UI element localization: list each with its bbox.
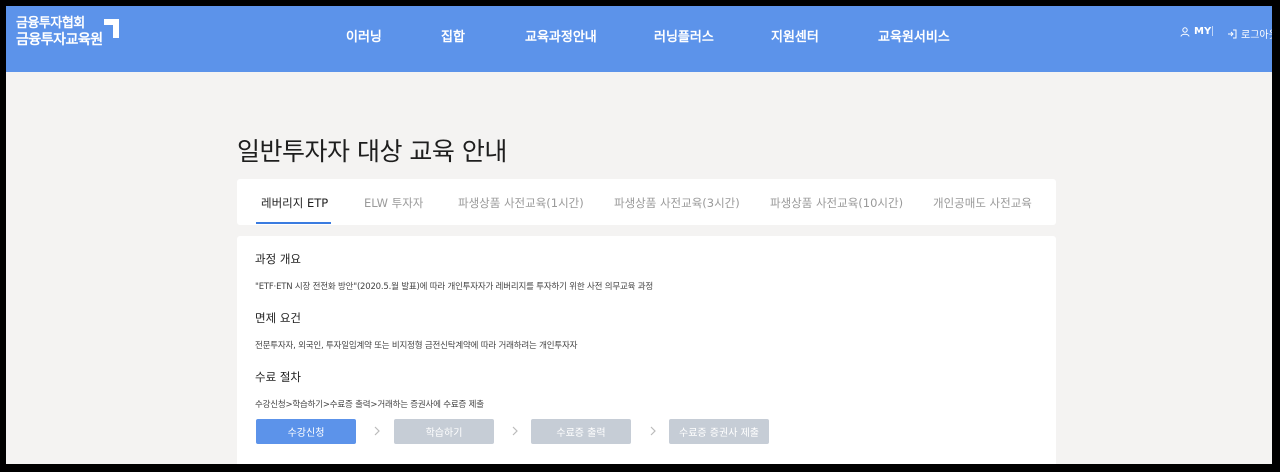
chevron-right-icon — [650, 426, 656, 436]
step-submit-certificate-button[interactable]: 수료증 증권사 제출 — [669, 419, 769, 444]
nav-item-services[interactable]: 교육원서비스 — [878, 26, 950, 45]
nav-item-learning-plus[interactable]: 러닝플러스 — [654, 26, 714, 45]
my-label: MY — [1194, 26, 1212, 37]
tab-leverage-etp[interactable]: 레버리지 ETP — [261, 195, 328, 211]
logout-label: 로그아웃 — [1241, 30, 1272, 41]
chevron-right-icon — [374, 426, 380, 436]
process-title: 수료 절차 — [255, 370, 301, 384]
exempt-title: 면제 요건 — [255, 311, 301, 325]
overview-text: "ETF·ETN 시장 전전화 방안"(2020.5.월 발표)에 따라 개인투… — [255, 282, 653, 292]
active-tab-indicator — [256, 222, 331, 224]
logout-icon — [1228, 29, 1237, 38]
nav-item-classroom[interactable]: 집합 — [441, 26, 465, 45]
nav-item-support-center[interactable]: 지원센터 — [771, 26, 819, 45]
main-nav: 이러닝 집합 교육과정안내 러닝플러스 지원센터 교육원서비스 — [6, 6, 1272, 72]
logout-link[interactable]: 로그아웃 — [1227, 26, 1272, 41]
step-study-button[interactable]: 학습하기 — [394, 419, 494, 444]
process-text: 수강신청>학습하기>수료증 출력>거래하는 증권사에 수료증 제출 — [255, 400, 484, 410]
my-page-link[interactable]: MY — [1180, 26, 1211, 37]
overview-title: 과정 개요 — [255, 252, 301, 266]
nav-item-elearning[interactable]: 이러닝 — [346, 26, 382, 45]
course-tabs: 레버리지 ETP ELW 투자자 파생상품 사전교육(1시간) 파생상품 사전교… — [237, 179, 1056, 225]
tab-derivatives-3h[interactable]: 파생상품 사전교육(3시간) — [614, 195, 740, 211]
app-frame: 금융투자협회 금융투자교육원 이러닝 집합 교육과정안내 러닝플러스 지원센터 … — [6, 6, 1272, 464]
tab-elw-investor[interactable]: ELW 투자자 — [364, 195, 423, 211]
page-title: 일반투자자 대상 교육 안내 — [237, 137, 507, 166]
nav-item-course-guide[interactable]: 교육과정안내 — [525, 26, 597, 45]
step-enroll-button[interactable]: 수강신청 — [256, 419, 356, 444]
util-divider — [1212, 26, 1213, 36]
course-detail-card: 과정 개요 "ETF·ETN 시장 전전화 방안"(2020.5.월 발표)에 … — [237, 236, 1056, 464]
tab-derivatives-10h[interactable]: 파생상품 사전교육(10시간) — [770, 195, 903, 211]
tab-short-selling[interactable]: 개인공매도 사전교육 — [933, 195, 1032, 211]
user-icon — [1180, 26, 1190, 37]
exempt-text: 전문투자자, 외국인, 투자일임계약 또는 비지정형 금전신탁계약에 따라 거래… — [255, 341, 578, 351]
tab-derivatives-1h[interactable]: 파생상품 사전교육(1시간) — [458, 195, 584, 211]
chevron-right-icon — [512, 426, 518, 436]
top-navigation-bar: 금융투자협회 금융투자교육원 이러닝 집합 교육과정안내 러닝플러스 지원센터 … — [6, 6, 1272, 72]
step-print-certificate-button[interactable]: 수료증 출력 — [531, 419, 631, 444]
